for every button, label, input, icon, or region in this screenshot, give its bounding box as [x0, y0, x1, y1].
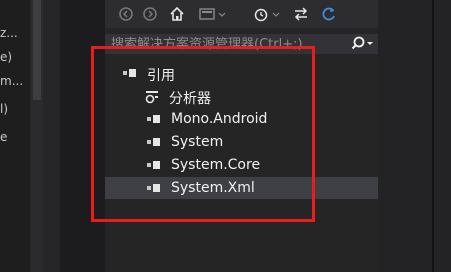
reference-icon: [147, 112, 161, 126]
pane-divider: [432, 0, 434, 272]
sync-icon[interactable]: [292, 6, 310, 22]
tree-node-label: System: [171, 134, 224, 150]
tree-node-label: System.Xml: [171, 180, 255, 196]
forward-icon[interactable]: [142, 6, 158, 22]
tree-node-label: System.Core: [171, 157, 261, 173]
tree-node-system-xml[interactable]: System.Xml: [105, 177, 378, 199]
right-side-pane: [378, 0, 451, 272]
search-box[interactable]: [105, 34, 378, 54]
tree-node-label: 引用: [147, 68, 175, 84]
code-fragment: l): [0, 102, 9, 116]
code-fragment: z...: [0, 26, 18, 40]
tree-node-references[interactable]: 引用: [105, 62, 378, 84]
code-fragment: e: [0, 130, 8, 144]
history-icon[interactable]: [252, 6, 282, 22]
reference-icon: [147, 181, 161, 195]
home-icon[interactable]: [168, 6, 186, 22]
reference-icon: [147, 158, 161, 172]
solution-explorer-toolbar: [105, 0, 378, 28]
code-fragment: m...: [0, 74, 24, 88]
analyzer-icon: [145, 89, 159, 104]
tree-node-mono-android[interactable]: Mono.Android: [105, 108, 378, 130]
tree-node-system-core[interactable]: System.Core: [105, 154, 378, 176]
reference-icon: [147, 135, 161, 149]
panel-gap: [60, 0, 105, 272]
switch-views-icon[interactable]: [198, 6, 228, 22]
tree-node-label: 分析器: [169, 91, 211, 107]
tree-node-label: Mono.Android: [171, 111, 268, 127]
search-input[interactable]: [111, 34, 341, 54]
code-editor-pane: z... e) m... l) e: [0, 0, 60, 272]
refresh-icon[interactable]: [320, 6, 338, 22]
tree-node-system[interactable]: System: [105, 131, 378, 153]
solution-explorer: 引用 分析器 Mono.Android System System.Core S…: [105, 0, 378, 272]
search-icon[interactable]: [351, 36, 377, 52]
tree-node-analyzers[interactable]: 分析器: [105, 85, 378, 107]
back-icon[interactable]: [118, 6, 134, 22]
reference-icon: [123, 66, 137, 80]
code-fragment: e): [0, 50, 13, 64]
scrollbar-thumb[interactable]: [33, 0, 41, 100]
code-text-area: z... e) m... l) e: [0, 0, 30, 272]
editor-scrollbar[interactable]: [31, 0, 43, 272]
